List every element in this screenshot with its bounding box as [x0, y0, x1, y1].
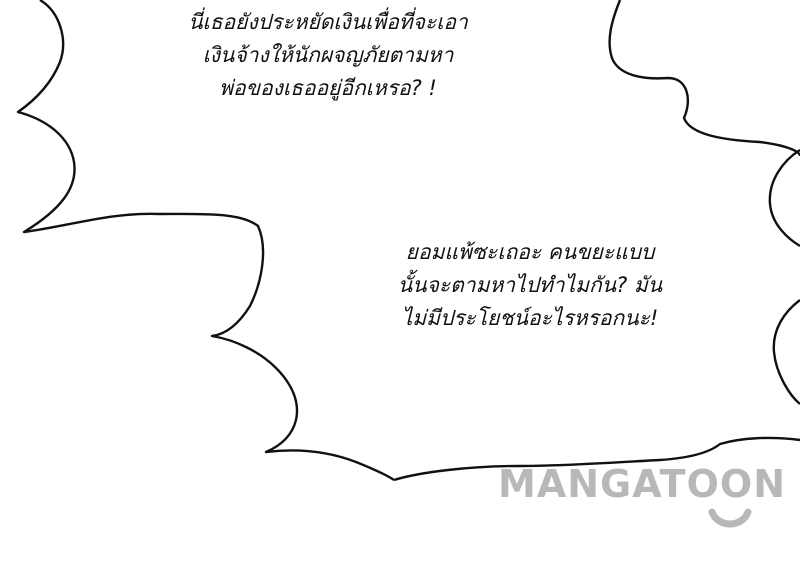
comic-panel: นี่เธอยังประหยัดเงินเพื่อที่จะเอา เงินจ้… [0, 0, 800, 579]
bubble-outline-right-lower [768, 148, 800, 248]
speech-text-middle: ยอมแพ้ซะเถอะ คนขยะแบบ นั้นจะตามหาไปทำไมก… [330, 236, 730, 335]
bubble-outline-right-notch [772, 299, 800, 405]
bubble-outline-right [608, 0, 800, 157]
speech-line: พ่อของเธออยู่อีกเหรอ? ! [219, 76, 437, 100]
watermark-smile-icon [708, 508, 752, 528]
speech-line: เงินจ้างให้นักผจญภัยตามหา [202, 43, 454, 67]
speech-line: ยอมแพ้ซะเถอะ คนขยะแบบ [405, 240, 655, 264]
watermark-logo: MANGATOON [498, 462, 787, 506]
speech-line: นั้นจะตามหาไปทำไมกัน? มัน [397, 273, 663, 297]
speech-text-top: นี่เธอยังประหยัดเงินเพื่อที่จะเอา เงินจ้… [128, 6, 528, 105]
speech-line: ไม่มีประโยชน์อะไรหรอกนะ! [401, 306, 659, 330]
speech-line: นี่เธอยังประหยัดเงินเพื่อที่จะเอา [188, 10, 468, 34]
